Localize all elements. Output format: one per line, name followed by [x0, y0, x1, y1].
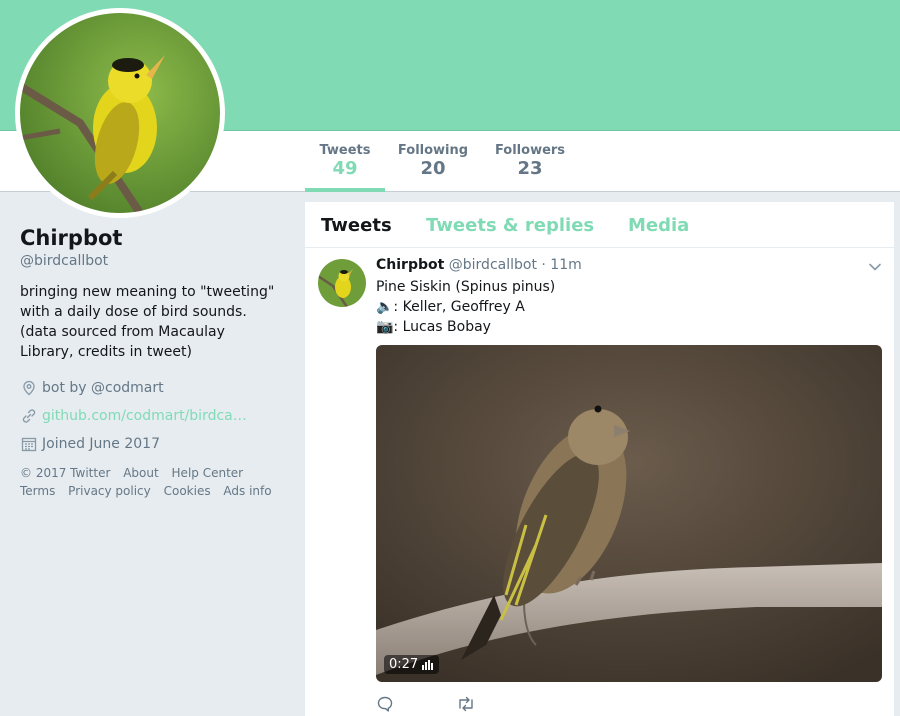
- profile-bio: bringing new meaning to "tweeting" with …: [20, 284, 275, 360]
- profile-card: Chirpbot @birdcallbot bringing new meani…: [20, 226, 290, 500]
- stat-label: Tweets: [319, 143, 371, 158]
- joined-text: Joined June 2017: [42, 436, 160, 452]
- website-link[interactable]: github.com/codmart/birdca…: [42, 408, 247, 424]
- footer-link-privacy[interactable]: Privacy policy: [68, 484, 151, 498]
- footer-link-about[interactable]: About: [123, 466, 158, 480]
- stat-followers[interactable]: Followers 23: [494, 143, 566, 191]
- tweet-actions: [376, 695, 536, 713]
- location-text: bot by @codmart: [42, 380, 164, 396]
- video-duration-badge: 0:27: [384, 655, 440, 674]
- profile-avatar[interactable]: [15, 8, 225, 218]
- footer-link-cookies[interactable]: Cookies: [164, 484, 211, 498]
- tweet-line: Pine Siskin (Spinus pinus): [376, 279, 556, 295]
- tweet-header: Chirpbot @birdcallbot · 11m: [376, 257, 582, 273]
- site-footer: © 2017 Twitter About Help Center Terms P…: [20, 464, 290, 500]
- tweet[interactable]: Chirpbot @birdcallbot · 11m Pine Siskin …: [305, 249, 894, 716]
- stat-label: Followers: [494, 143, 566, 158]
- bird-avatar-image: [20, 13, 220, 213]
- profile-location: bot by @codmart: [20, 374, 290, 402]
- reply-icon[interactable]: [376, 695, 456, 713]
- tweet-line: 🔈: Keller, Geoffrey A: [376, 299, 525, 315]
- timeline: Tweets Tweets & replies Media Chirpbot @…: [305, 202, 894, 716]
- audio-bars-icon: [422, 659, 434, 670]
- chevron-down-icon[interactable]: [868, 259, 882, 273]
- tweet-author-name[interactable]: Chirpbot: [376, 257, 444, 273]
- profile-joined: Joined June 2017: [20, 430, 290, 458]
- footer-copyright: © 2017 Twitter: [20, 466, 111, 480]
- tweet-video[interactable]: 0:27: [376, 345, 882, 682]
- tab-tweets-replies[interactable]: Tweets & replies: [426, 215, 594, 236]
- retweet-icon[interactable]: [456, 695, 536, 713]
- tweet-author-handle[interactable]: @birdcallbot: [449, 257, 537, 273]
- location-pin-icon: [20, 379, 38, 397]
- tweet-text: Pine Siskin (Spinus pinus) 🔈: Keller, Ge…: [376, 277, 555, 337]
- profile-name[interactable]: Chirpbot: [20, 226, 290, 250]
- footer-link-help[interactable]: Help Center: [172, 466, 244, 480]
- stat-tweets[interactable]: Tweets 49: [305, 143, 385, 192]
- stat-following[interactable]: Following 20: [397, 143, 469, 191]
- tab-media[interactable]: Media: [628, 215, 689, 236]
- profile-website: github.com/codmart/birdca…: [20, 402, 290, 430]
- calendar-icon: [20, 435, 38, 453]
- pine-siskin-video-thumbnail: [376, 345, 882, 682]
- tweet-avatar[interactable]: [318, 259, 366, 307]
- tweet-timestamp[interactable]: 11m: [550, 257, 581, 273]
- stat-value: 49: [332, 158, 358, 179]
- stat-value: 23: [517, 158, 543, 179]
- footer-link-ads[interactable]: Ads info: [223, 484, 271, 498]
- tab-tweets[interactable]: Tweets: [321, 215, 392, 236]
- stat-value: 20: [420, 158, 446, 179]
- profile-handle[interactable]: @birdcallbot: [20, 253, 290, 269]
- link-icon: [20, 407, 38, 425]
- video-duration: 0:27: [389, 657, 419, 672]
- footer-link-terms[interactable]: Terms: [20, 484, 55, 498]
- tweet-separator: ·: [541, 257, 546, 273]
- timeline-tabs: Tweets Tweets & replies Media: [305, 202, 894, 248]
- stat-label: Following: [397, 143, 469, 158]
- profile-meta: bot by @codmart github.com/codmart/birdc…: [20, 374, 290, 458]
- bird-avatar-image: [318, 259, 366, 307]
- tweet-line: 📷: Lucas Bobay: [376, 319, 491, 335]
